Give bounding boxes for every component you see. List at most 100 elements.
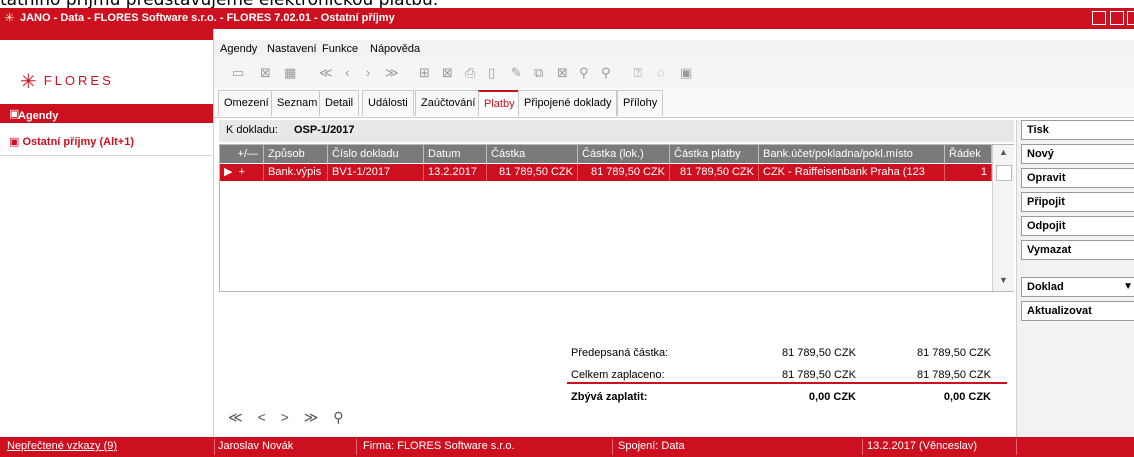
caption-fragment: tatního příjmu představujeme elektronick… [0,0,1134,8]
divider [0,155,213,156]
payments-grid: +/— Způsob Číslo dokladu Datum Částka Čá… [219,144,1014,292]
left-panel: ✳ FLORES ▣ Agendy ▣ Ostatní příjmy (Alt+1… [0,29,214,437]
next-record-icon[interactable]: > [281,409,289,425]
grid-scrollbar[interactable]: ▲ ▼ [992,145,1014,291]
comment-icon[interactable]: ◌ [657,65,665,80]
summary-label-paid: Celkem zaplaceno: [571,369,665,381]
new-button[interactable]: Nový [1021,144,1134,164]
tab-omezeni[interactable]: Omezení [218,90,275,116]
close-button[interactable] [1127,11,1134,25]
cell-account[interactable]: CZK - Raiffeisenbank Praha (123 [759,164,945,181]
sidebar-item-label: ▣ Agendy [9,108,59,122]
sidebar-item-label: Ostatní příjmy (Alt+1) [22,136,134,148]
search-icon[interactable]: ⚲ [579,65,589,81]
scroll-up-icon[interactable]: ▲ [999,147,1008,157]
cell-payment-amount[interactable]: 81 789,50 CZK [670,164,759,181]
tab-udalosti[interactable]: Události [362,90,414,116]
cell-method[interactable]: Bank.výpis [264,164,328,181]
maximize-button[interactable] [1110,11,1124,25]
summary-label-prescribed: Předepsaná částka: [571,347,669,359]
status-connection: Spojení: Data [618,440,685,452]
grid-icon[interactable]: ▦ [284,65,296,81]
summary-value-prescribed-local: 81 789,50 CZK [917,347,991,359]
print-button[interactable]: Tisk [1021,120,1134,140]
search-icon[interactable]: ⚲ [333,409,343,425]
sidebar-item-agendy[interactable]: ▣ Agendy [0,104,213,123]
tab-pripojene-doklady[interactable]: Připojené doklady [518,90,618,116]
edit-icon[interactable]: ✎ [511,65,522,81]
tab-detail[interactable]: Detail [319,90,360,116]
tab-platby[interactable]: Platby [478,90,521,116]
document-header: K dokladu: OSP-1/2017 [219,120,1014,142]
chevron-down-icon: ▼ [1123,281,1133,292]
minimize-button[interactable] [1092,11,1106,25]
menu-agendy[interactable]: Agendy [220,43,257,55]
first-record-icon[interactable]: ≪ [228,409,243,425]
next-icon[interactable]: › [366,65,370,80]
menu-funkce[interactable]: Funkce [322,43,358,55]
action-panel: Tisk Nový Opravit Připojit Odpojit Vymaz… [1016,120,1134,437]
summary-label-remaining: Zbývá zaplatit: [571,391,648,403]
column-header-amount-local[interactable]: Částka (lok.) [578,145,670,163]
search-plus-icon[interactable]: ⚲ [601,65,611,81]
column-header-account[interactable]: Bank.účet/pokladna/pokl.místo [759,145,945,163]
copy-icon[interactable]: ⧉ [534,65,543,81]
unread-messages-link[interactable]: Nepřečtené vzkazy (9) [7,440,117,452]
column-header-row[interactable]: Řádek [945,145,992,163]
column-header-date[interactable]: Datum [424,145,487,163]
column-header-amount[interactable]: Částka [487,145,578,163]
scroll-thumb[interactable] [996,165,1012,181]
flores-star-icon: ✳ [20,71,40,93]
window-title: JANO - Data - FLORES Software s.r.o. - F… [20,12,395,24]
open-icon[interactable]: ▭ [232,65,244,81]
cell-amount-local[interactable]: 81 789,50 CZK [578,164,670,181]
menu-bar: Agendy Nastavení Funkce Nápověda [214,40,1134,58]
column-header-sign[interactable]: +/— [220,145,264,163]
table-icon[interactable]: ⊞ [419,65,430,81]
status-firm: Firma: FLORES Software s.r.o. [363,440,515,452]
cell-date[interactable]: 13.2.2017 [424,164,487,181]
attach-button[interactable]: Připojit [1021,192,1134,212]
edit-button[interactable]: Opravit [1021,168,1134,188]
detach-button[interactable]: Odpojit [1021,216,1134,236]
column-header-payment-amount[interactable]: Částka platby [670,145,759,163]
scroll-down-icon[interactable]: ▼ [999,275,1008,285]
note-icon[interactable]: ▣ [680,65,692,81]
tab-prilohy[interactable]: Přílohy [617,90,664,116]
menu-nastaveni[interactable]: Nastavení [267,43,317,55]
last-icon[interactable]: ≫ [385,65,399,81]
first-icon[interactable]: ≪ [319,65,333,81]
doklad-dropdown[interactable]: Doklad ▼ [1021,277,1134,297]
summary-value-remaining: 0,00 CZK [808,391,856,403]
logo-text: FLORES [43,72,114,88]
status-separator [1016,439,1017,455]
delete-doc-icon[interactable]: ⊠ [557,65,568,81]
info-icon[interactable]: ⍰ [634,65,642,81]
last-record-icon[interactable]: ≫ [304,409,319,425]
doklad-label: Doklad [1027,281,1064,293]
left-panel-header [0,29,213,40]
cell-row-number[interactable]: 1 [945,164,992,181]
refresh-button[interactable]: Aktualizovat [1021,301,1134,321]
summary-value-paid-local: 81 789,50 CZK [917,369,991,381]
column-header-doc-number[interactable]: Číslo dokladu [328,145,424,163]
tab-seznam[interactable]: Seznam [271,90,324,116]
status-separator [214,439,215,455]
flores-star-icon: ✳ [4,10,15,25]
menu-napoveda[interactable]: Nápověda [370,43,420,55]
cell-doc-number[interactable]: BV1-1/2017 [328,164,424,181]
summary-value-paid: 81 789,50 CZK [782,369,856,381]
tab-zauctovani[interactable]: Zaúčtování [415,90,482,116]
print-icon[interactable]: ⎙ [465,65,475,81]
prev-record-icon[interactable]: < [258,409,266,425]
delete-button[interactable]: Vymazat [1021,240,1134,260]
cell-amount[interactable]: 81 789,50 CZK [487,164,578,181]
new-icon[interactable]: ▯ [488,65,495,81]
prev-icon[interactable]: ‹ [345,65,349,80]
sidebar-item-ostatni-prijmy[interactable]: ▣ Ostatní příjmy (Alt+1) [9,135,134,148]
column-header-method[interactable]: Způsob [264,145,328,163]
delete-icon[interactable]: ⊠ [442,65,453,81]
flores-logo: ✳ FLORES [20,69,114,94]
close-icon[interactable]: ⊠ [260,65,271,81]
table-row[interactable]: ▶ + [220,164,264,181]
